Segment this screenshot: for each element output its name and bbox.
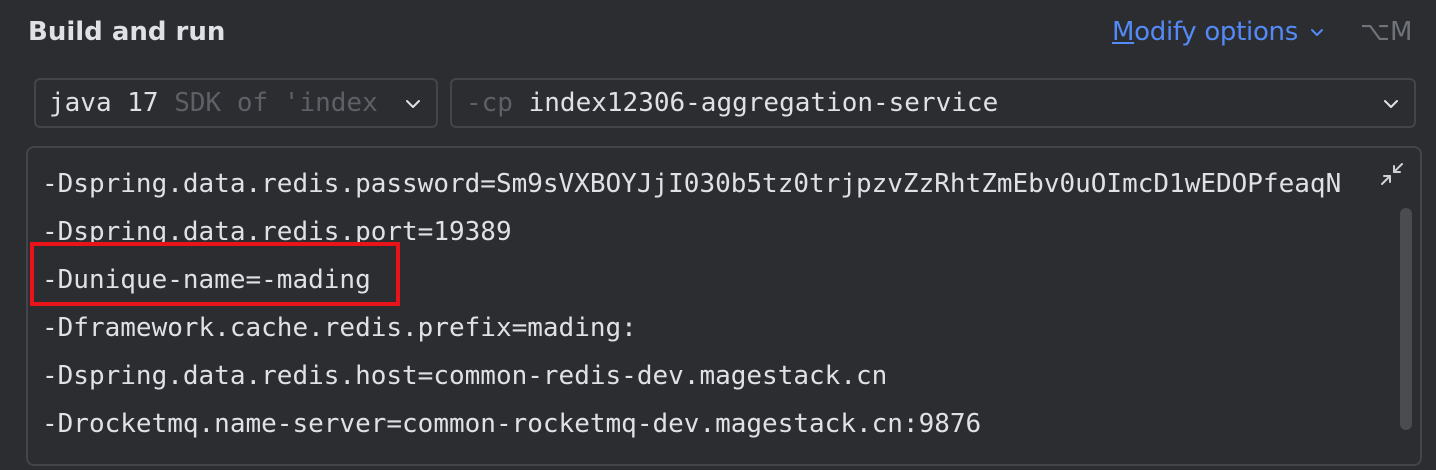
vertical-scrollbar[interactable] — [1400, 208, 1412, 430]
modify-options-label: Modify options — [1112, 14, 1298, 50]
section-title: Build and run — [28, 17, 226, 47]
modify-options-link[interactable]: Modify options — [1112, 14, 1326, 50]
chevron-down-icon — [1310, 29, 1323, 36]
classpath-module-select[interactable]: -cp index12306-aggregation-service — [450, 78, 1416, 128]
vm-option-line: -Dframework.cache.redis.prefix=mading: — [42, 313, 637, 343]
vm-option-line: -Dspring.data.redis.host=common-redis-de… — [42, 361, 888, 391]
classpath-module-value: index12306-aggregation-service — [528, 88, 999, 118]
jre-select-value: java 17 — [49, 88, 159, 118]
jre-select[interactable]: java 17 SDK of 'index — [34, 78, 438, 128]
chevron-down-icon — [1384, 100, 1398, 108]
vm-option-line: -Drocketmq.name-server=common-rocketmq-d… — [42, 409, 982, 439]
classpath-prefix: -cp — [466, 88, 529, 118]
modify-options-mnemonic: M — [1112, 17, 1135, 47]
chevron-down-icon — [406, 100, 420, 108]
modify-options-label-rest: odify options — [1134, 17, 1298, 47]
vm-options-textarea[interactable]: -Dspring.data.redis.password=Sm9sVXBOYJj… — [26, 146, 1422, 466]
vm-option-line: -Dspring.data.redis.password=Sm9sVXBOYJj… — [42, 169, 1342, 199]
classpath-select-text: -cp index12306-aggregation-service — [466, 80, 1366, 126]
jre-select-hint: SDK of 'index — [158, 88, 378, 118]
collapse-arrows-icon[interactable] — [1378, 160, 1406, 188]
jre-select-text: java 17 SDK of 'index — [49, 80, 395, 126]
highlight-annotation-box — [30, 242, 400, 306]
modify-options-shortcut: ⌥M — [1360, 17, 1413, 47]
